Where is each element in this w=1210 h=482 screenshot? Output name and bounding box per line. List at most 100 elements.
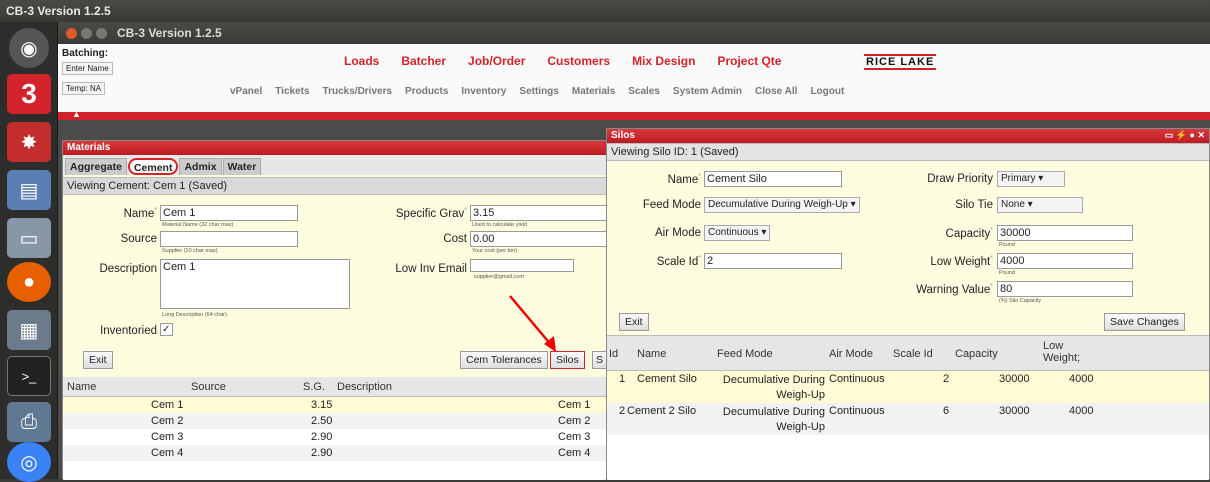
nav-vpanel[interactable]: vPanel <box>230 86 262 97</box>
row-description: Cem 2 <box>558 415 591 427</box>
nav-loads[interactable]: Loads <box>344 54 379 68</box>
save-changes-button[interactable]: Save Changes <box>1104 313 1185 331</box>
table-row[interactable]: 1 Cement Silo Decumulative During Weigh-… <box>607 371 1209 403</box>
collapse-caret-icon[interactable]: ▲ <box>72 109 81 119</box>
row-description: Cem 4 <box>558 447 591 459</box>
draw-priority-select[interactable]: Primary ▾ <box>997 171 1065 187</box>
disk-icon[interactable]: ▭ <box>7 218 51 258</box>
row-name: Cem 4 <box>151 447 184 459</box>
tab-water[interactable]: Water <box>222 158 262 175</box>
col-source[interactable]: Source <box>191 381 226 393</box>
silos-window: Silos ▭ ⚡ ● ✕ Viewing Silo ID: 1 (Saved)… <box>606 128 1210 480</box>
capacity-input[interactable]: 30000 <box>997 225 1133 241</box>
row-scale-id: 2 <box>943 373 950 385</box>
splat-icon[interactable]: ✸ <box>7 122 51 162</box>
low-inv-email-input[interactable] <box>470 259 574 272</box>
nav-inventory[interactable]: Inventory <box>461 86 506 97</box>
nav-settings[interactable]: Settings <box>519 86 558 97</box>
table-row[interactable]: Cem 3 2.90 Cem 3 <box>63 429 606 445</box>
nav-close-all[interactable]: Close All <box>755 86 797 97</box>
tab-aggregate[interactable]: Aggregate <box>65 158 127 175</box>
window-controls-icon[interactable]: ▭ ⚡ ● ✕ <box>1165 130 1205 141</box>
col-low-weight[interactable]: Low Weight; <box>1043 340 1095 364</box>
nav-trucks-drivers[interactable]: Trucks/Drivers <box>323 86 393 97</box>
col-scale-id[interactable]: Scale Id <box>893 348 933 360</box>
row-name: Cem 3 <box>151 431 184 443</box>
row-capacity: 30000 <box>999 373 1030 385</box>
row-sg: 3.15 <box>311 399 333 411</box>
app-window: CB-3 Version 1.2.5 Batching: Enter Name … <box>58 22 1210 480</box>
os-title: CB-3 Version 1.2.5 <box>6 4 111 18</box>
materials-exit-button[interactable]: Exit <box>83 351 113 369</box>
nav-products[interactable]: Products <box>405 86 448 97</box>
nav-logout[interactable]: Logout <box>810 86 844 97</box>
primary-nav: Loads Batcher Job/Order Customers Mix De… <box>344 54 781 68</box>
maximize-icon[interactable] <box>96 27 107 39</box>
low-weight-input[interactable]: 4000 <box>997 253 1133 269</box>
scale-id-label: Scale Id* <box>656 255 701 268</box>
table-row[interactable]: Cem 2 2.50 Cem 2 <box>63 413 606 429</box>
col-capacity[interactable]: Capacity <box>955 348 998 360</box>
scale-id-input[interactable]: 2 <box>704 253 842 269</box>
tab-cement[interactable]: Cement <box>127 158 179 175</box>
row-name: Cement Silo <box>637 373 697 385</box>
nav-mix-design[interactable]: Mix Design <box>632 54 695 68</box>
col-sg[interactable]: S.G. <box>303 381 325 393</box>
silos-exit-button[interactable]: Exit <box>619 313 649 331</box>
app-title-bar: CB-3 Version 1.2.5 <box>58 22 1210 44</box>
tab-admix[interactable]: Admix <box>179 158 222 175</box>
dash-icon[interactable]: ◉ <box>9 28 49 68</box>
nav-tickets[interactable]: Tickets <box>275 86 309 97</box>
col-feed-mode[interactable]: Feed Mode <box>717 348 773 360</box>
table-row[interactable]: Cem 4 2.90 Cem 4 <box>63 445 606 461</box>
nav-system-admin[interactable]: System Admin <box>673 86 742 97</box>
description-textarea[interactable]: Cem 1 <box>160 259 350 309</box>
nav-customers[interactable]: Customers <box>547 54 610 68</box>
row-name: Cement 2 Silo <box>627 405 697 417</box>
row-sg: 2.50 <box>311 415 333 427</box>
nav-project-qte[interactable]: Project Qte <box>717 54 781 68</box>
col-id[interactable]: Id <box>609 348 618 360</box>
source-input[interactable] <box>160 231 298 247</box>
os-title-bar: CB-3 Version 1.2.5 <box>0 0 1210 22</box>
chrome-icon[interactable]: ◎ <box>7 442 51 482</box>
firefox-icon[interactable]: ● <box>7 262 51 302</box>
air-mode-select[interactable]: Continuous ▾ <box>704 225 771 241</box>
nav-batcher[interactable]: Batcher <box>401 54 446 68</box>
low-weight-label: Low Weight* <box>930 255 993 268</box>
minimize-icon[interactable] <box>81 27 92 39</box>
silo-tie-select[interactable]: None ▾ <box>997 197 1083 213</box>
col-silo-name[interactable]: Name <box>637 348 666 360</box>
table-row[interactable]: Cem 1 3.15 Cem 1 <box>63 397 606 413</box>
nav-materials[interactable]: Materials <box>572 86 615 97</box>
cb3-app-icon[interactable]: 3 <box>7 74 51 114</box>
terminal-icon[interactable]: >_ <box>7 356 51 396</box>
col-name[interactable]: Name <box>67 381 96 393</box>
specific-grav-input[interactable]: 3.15 <box>470 205 610 221</box>
silos-title: Silos <box>611 130 635 141</box>
temp-field: Temp: NA <box>62 82 106 95</box>
inventoried-checkbox[interactable]: ✓ <box>160 323 173 336</box>
table-row[interactable]: 2 Cement 2 Silo Decumulative During Weig… <box>607 403 1209 435</box>
printer-icon[interactable]: ⎙ <box>7 402 51 442</box>
close-icon[interactable] <box>66 27 77 39</box>
warning-value-input[interactable]: 80 <box>997 281 1133 297</box>
cost-input[interactable]: 0.00 <box>470 231 610 247</box>
row-low-weight: 4000 <box>1069 405 1094 417</box>
calculator-icon[interactable]: ▦ <box>7 310 51 350</box>
files-icon[interactable]: ▤ <box>7 170 51 210</box>
description-label: Description <box>99 263 157 275</box>
silo-name-input[interactable]: Cement Silo <box>704 171 842 187</box>
material-name-input[interactable]: Cem 1 <box>160 205 298 221</box>
capacity-label: Capacity* <box>945 227 993 240</box>
nav-job-order[interactable]: Job/Order <box>468 54 525 68</box>
low-inv-email-hint: supplier@gmail.com <box>474 274 524 280</box>
feed-mode-select[interactable]: Decumulative During Weigh-Up ▾ <box>704 197 860 213</box>
nav-scales[interactable]: Scales <box>628 86 660 97</box>
col-description[interactable]: Description <box>337 381 392 393</box>
enter-name-field[interactable]: Enter Name <box>62 62 113 75</box>
secondary-nav: vPanel Tickets Trucks/Drivers Products I… <box>230 86 844 97</box>
cost-hint: Your cost (per ton) <box>472 248 518 254</box>
col-air-mode[interactable]: Air Mode <box>829 348 873 360</box>
materials-grid: Name Source S.G. Description Cem 1 3.15 … <box>63 377 606 480</box>
